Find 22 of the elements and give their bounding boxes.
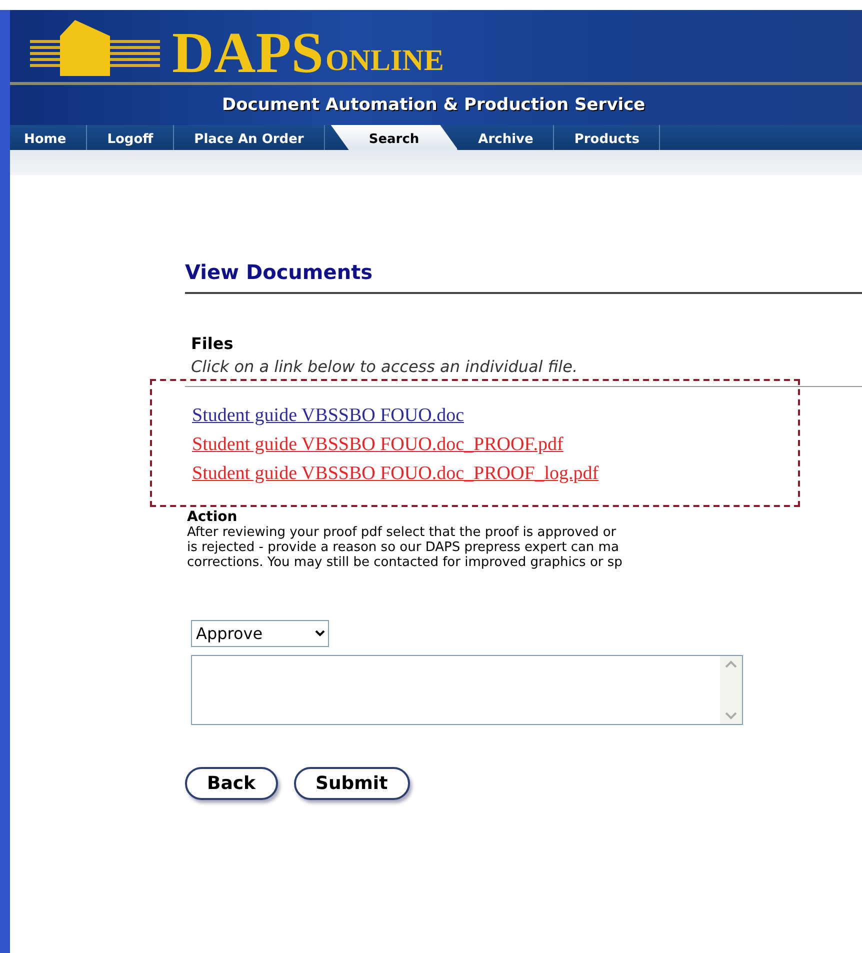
reason-textarea[interactable] [191, 655, 743, 725]
hint-text: Click on a link below to access an individual file. [191, 357, 579, 376]
nav-tab[interactable]: Search [330, 125, 458, 150]
pentagon-logo-icon [30, 18, 160, 78]
section-title: Action [187, 509, 238, 525]
scroll-up-icon[interactable] [724, 659, 738, 669]
file-link[interactable]: Student guide VBSSBO FOUO.doc_PROOF_log.pdf [192, 463, 798, 485]
logo-text: DAPS [172, 24, 324, 82]
scroll-down-icon[interactable] [724, 711, 738, 721]
section-title: Files [191, 334, 234, 353]
file-link[interactable]: Student guide VBSSBO FOUO.doc [192, 405, 798, 427]
form-button[interactable]: Back [185, 767, 278, 800]
scrollbar[interactable] [720, 656, 742, 724]
instruction-text: is rejected - provide a reason so our DAPS prepress expert can ma [187, 540, 620, 555]
page-heading: View Documents [185, 260, 374, 284]
file-link[interactable]: Student guide VBSSBO FOUO.doc_PROOF.pdf [192, 434, 798, 456]
instruction-text: corrections. You may still be contacted for improved graphics or sp [187, 555, 624, 570]
approval-dropdown[interactable]: Approve [191, 620, 329, 647]
instruction-text: After reviewing your proof pdf select that the proof is approved or [187, 525, 618, 540]
site-subtitle: Document Automation & Production Service [222, 95, 646, 115]
logo-subtext: ONLINE [325, 44, 444, 78]
form-button[interactable]: Submit [294, 767, 410, 800]
